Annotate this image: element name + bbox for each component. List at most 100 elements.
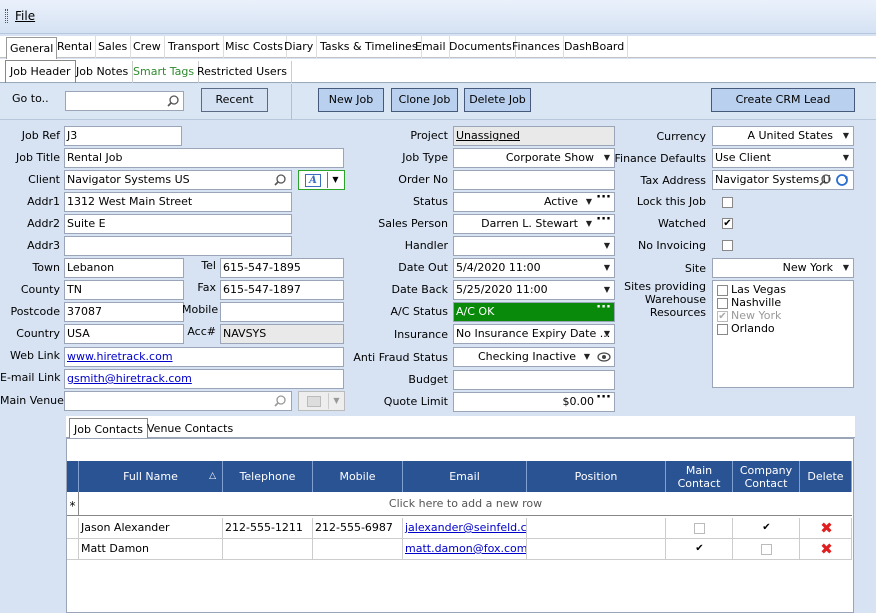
tab-diary[interactable]: Diary xyxy=(281,36,318,58)
tab-venue-contacts[interactable]: Venue Contacts xyxy=(144,419,236,438)
email-link[interactable]: gsmith@hiretrack.com xyxy=(67,372,192,385)
cell-telephone[interactable]: 212-555-1211 xyxy=(223,518,313,539)
company-contact-checkbox[interactable]: ✔ xyxy=(761,523,772,534)
tab-smart-tags[interactable]: Smart Tags xyxy=(129,61,200,83)
tab-job-notes[interactable]: Job Notes xyxy=(72,61,134,83)
site-select[interactable]: New York ▼ xyxy=(712,258,854,278)
add-new-row[interactable]: Click here to add a new row xyxy=(79,492,852,516)
tab-misc-costs[interactable]: Misc Costs xyxy=(222,36,288,58)
watched-checkbox[interactable]: ✔ xyxy=(722,218,733,229)
quote-limit-field[interactable]: $0.00 ··· xyxy=(453,392,615,412)
job-type-select[interactable]: Corporate Show ▼ xyxy=(453,148,615,168)
web-link[interactable]: www.hiretrack.com xyxy=(67,350,173,363)
col-position[interactable]: Position xyxy=(527,461,666,492)
cell-company-contact[interactable]: ✔ xyxy=(733,518,800,539)
menu-file[interactable]: File xyxy=(15,9,35,23)
new-job-button[interactable]: New Job xyxy=(318,88,384,112)
venue-format-dropdown[interactable]: ▼ xyxy=(298,391,345,411)
web-link-field[interactable]: www.hiretrack.com xyxy=(64,347,344,367)
postcode-field[interactable]: 37087 xyxy=(64,302,184,322)
client-field[interactable]: Navigator Systems US xyxy=(64,170,292,190)
date-out-picker[interactable]: 5/4/2020 11:00 ▼ xyxy=(453,258,615,278)
main-venue-field[interactable] xyxy=(64,391,292,411)
county-field[interactable]: TN xyxy=(64,280,184,300)
delete-row-icon[interactable]: ✖ xyxy=(800,518,852,539)
finance-defaults-select[interactable]: Use Client ▼ xyxy=(712,148,854,168)
tab-job-header[interactable]: Job Header xyxy=(5,60,76,83)
cell-position[interactable] xyxy=(527,539,666,560)
sales-person-select[interactable]: Darren L. Stewart ▼ ··· xyxy=(453,214,615,234)
delete-row-icon[interactable]: ✖ xyxy=(800,539,852,560)
cell-email[interactable]: matt.damon@fox.com xyxy=(403,539,527,560)
ac-status-field[interactable]: A/C OK ··· xyxy=(453,302,615,322)
row-selector[interactable] xyxy=(67,518,79,539)
site-item-orlando[interactable]: Orlando xyxy=(717,322,775,335)
job-title-field[interactable]: Rental Job xyxy=(64,148,344,168)
tab-transport[interactable]: Transport xyxy=(165,36,224,58)
refresh-icon[interactable] xyxy=(835,173,849,187)
addr2-field[interactable]: Suite E xyxy=(64,214,292,234)
addr3-field[interactable] xyxy=(64,236,292,256)
venue-search-icon[interactable] xyxy=(274,395,286,407)
cell-full-name[interactable]: Jason Alexander xyxy=(79,518,223,539)
create-crm-lead-button[interactable]: Create CRM Lead xyxy=(711,88,855,112)
tab-restricted-users[interactable]: Restricted Users xyxy=(193,61,292,83)
town-field[interactable]: Lebanon xyxy=(64,258,184,278)
main-contact-checkbox[interactable]: ✔ xyxy=(694,544,705,555)
search-icon[interactable] xyxy=(167,95,179,107)
eye-icon[interactable] xyxy=(597,351,611,363)
handler-select[interactable]: ▼ xyxy=(453,236,615,256)
company-contact-checkbox[interactable] xyxy=(761,544,772,555)
no-invoicing-checkbox[interactable] xyxy=(722,240,733,251)
client-search-icon[interactable] xyxy=(274,174,286,186)
clone-job-button[interactable]: Clone Job xyxy=(391,88,458,112)
tab-documents[interactable]: Documents xyxy=(446,36,516,58)
date-back-picker[interactable]: 5/25/2020 11:00 ▼ xyxy=(453,280,615,300)
site-checkbox[interactable] xyxy=(717,323,728,335)
tab-tasks-timelines[interactable]: Tasks & Timelines xyxy=(317,36,422,58)
col-main-contact[interactable]: Main Contact xyxy=(666,461,733,492)
anti-fraud-select[interactable]: Checking Inactive ▼ xyxy=(453,347,615,367)
tax-address-field[interactable]: Navigator Systems U xyxy=(712,170,854,190)
country-field[interactable]: USA xyxy=(64,324,184,344)
fax-field[interactable]: 615-547-1897 xyxy=(220,280,344,300)
tab-email[interactable]: Email xyxy=(412,36,450,58)
tab-rental[interactable]: Rental xyxy=(54,36,96,58)
recent-button[interactable]: Recent xyxy=(201,88,268,112)
tab-finances[interactable]: Finances xyxy=(509,36,564,58)
currency-select[interactable]: A United States ▼ xyxy=(712,126,854,146)
tab-dashboard[interactable]: DashBoard xyxy=(561,36,629,58)
client-format-dropdown[interactable]: A ▼ xyxy=(298,170,345,190)
col-mobile[interactable]: Mobile xyxy=(313,461,403,492)
tab-general[interactable]: General xyxy=(6,37,58,60)
cell-mobile[interactable] xyxy=(313,539,403,560)
budget-field[interactable] xyxy=(453,370,615,390)
tab-crew[interactable]: Crew xyxy=(130,36,165,58)
cell-email[interactable]: jalexander@seinfeld.com xyxy=(403,518,527,539)
email-link-field[interactable]: gsmith@hiretrack.com xyxy=(64,369,344,389)
col-delete[interactable]: Delete xyxy=(800,461,852,492)
insurance-select[interactable]: No Insurance Expiry Date ... ▼ xyxy=(453,324,615,344)
site-item-las-vegas[interactable]: Las Vegas xyxy=(717,283,786,296)
tel-field[interactable]: 615-547-1895 xyxy=(220,258,344,278)
cell-position[interactable] xyxy=(527,518,666,539)
lock-job-checkbox[interactable] xyxy=(722,197,733,208)
job-ref-field[interactable]: J3 xyxy=(64,126,182,146)
col-company-contact[interactable]: Company Contact xyxy=(733,461,800,492)
delete-job-button[interactable]: Delete Job xyxy=(464,88,531,112)
cell-full-name[interactable]: Matt Damon xyxy=(79,539,223,560)
col-full-name[interactable]: Full Name △ xyxy=(79,461,223,492)
addr1-field[interactable]: 1312 West Main Street xyxy=(64,192,292,212)
menu-grip-icon[interactable] xyxy=(5,9,8,23)
cell-mobile[interactable]: 212-555-6987 xyxy=(313,518,403,539)
mobile-field[interactable] xyxy=(220,302,344,322)
project-field[interactable]: Unassigned xyxy=(453,126,615,146)
cell-main-contact[interactable]: ✔ xyxy=(666,539,733,560)
order-no-field[interactable] xyxy=(453,170,615,190)
site-checkbox[interactable] xyxy=(717,284,728,296)
goto-input[interactable] xyxy=(65,91,184,111)
tab-job-contacts[interactable]: Job Contacts xyxy=(69,418,148,439)
sites-list[interactable]: Las Vegas Nashville ✔ New York Orlando xyxy=(712,280,854,388)
col-email[interactable]: Email xyxy=(403,461,527,492)
row-selector[interactable] xyxy=(67,539,79,560)
